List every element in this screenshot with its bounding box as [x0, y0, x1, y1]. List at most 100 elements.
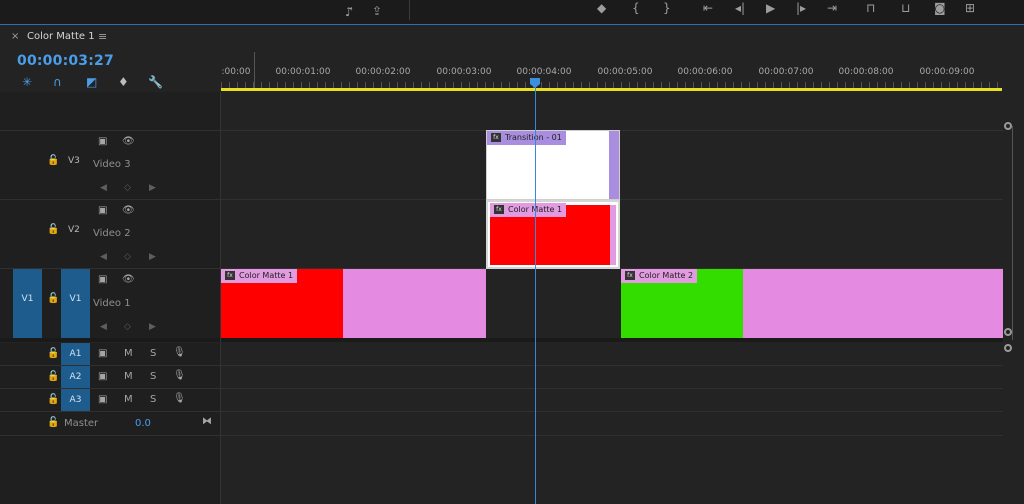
mic-icon[interactable]: 🎙: [173, 347, 186, 358]
clip-end-handle[interactable]: [609, 131, 619, 199]
lock-icon[interactable]: 🔓: [47, 155, 59, 166]
export-frame-icon[interactable]: ⇪: [372, 5, 382, 17]
track-header-v2: 🔓 V2 ▣ 👁 Video 2 ◀ ◇ ▶: [0, 200, 221, 268]
go-to-out-icon[interactable]: ⇥: [827, 2, 837, 14]
eye-icon[interactable]: 👁: [122, 274, 135, 285]
tick-label: 00:00:09:00: [919, 67, 975, 77]
lock-icon[interactable]: 🔓: [47, 224, 59, 235]
mic-icon[interactable]: 🎙: [173, 393, 186, 404]
playhead-timecode[interactable]: 00:00:03:27: [17, 53, 114, 69]
track-header-a3: 🔓 A3 ▣ M S 🎙: [0, 389, 221, 411]
film-icon[interactable]: ▣: [98, 394, 107, 405]
add-keyframe-icon[interactable]: ◇: [124, 322, 131, 332]
mute-button[interactable]: M: [124, 348, 133, 359]
track-name-v1: Video 1: [93, 298, 131, 309]
snap-icon[interactable]: ∩: [53, 75, 62, 89]
lane-a2[interactable]: [221, 366, 1024, 388]
marker-icon[interactable]: ◆: [597, 2, 606, 14]
lock-icon[interactable]: 🔓: [47, 371, 59, 382]
top-panel-strip: ♪⃗ ⇪ ◆ { } ⇤ ◂| ▶ |▸ ⇥ ⊓ ⊔ ◙ ⊞: [0, 0, 1024, 24]
mic-icon[interactable]: 🎙: [173, 370, 186, 381]
fx-icon: fx: [491, 133, 501, 142]
work-area-bar[interactable]: [221, 88, 1002, 91]
mute-button[interactable]: M: [124, 394, 133, 405]
close-icon[interactable]: ×: [11, 31, 19, 42]
film-icon[interactable]: ▣: [98, 274, 107, 285]
lift-icon[interactable]: ⊓: [866, 2, 875, 14]
tick-label: 00:00:03:00: [436, 67, 492, 77]
next-keyframe-icon[interactable]: ▶: [149, 183, 156, 193]
track-target-a2[interactable]: A2: [61, 366, 90, 388]
playhead-line[interactable]: [535, 78, 536, 504]
add-keyframe-icon[interactable]: ◇: [124, 252, 131, 262]
clip-transition-01[interactable]: fx Transition - 01: [486, 130, 620, 200]
source-patch-v1[interactable]: V1: [13, 269, 42, 338]
solo-button[interactable]: S: [150, 348, 156, 359]
film-icon[interactable]: ▣: [98, 371, 107, 382]
eye-icon[interactable]: 👁: [122, 136, 135, 147]
lock-icon[interactable]: 🔓: [47, 417, 59, 428]
panel-menu-icon[interactable]: ≡: [98, 30, 107, 43]
prev-keyframe-icon[interactable]: ◀: [100, 252, 107, 262]
scroll-knob-top[interactable]: [1004, 122, 1012, 130]
next-keyframe-icon[interactable]: ▶: [149, 322, 156, 332]
time-ruler[interactable]: :00:00 00:00:01:00 00:00:02:00 00:00:03:…: [221, 52, 1024, 92]
clip-color-matte-2-v1[interactable]: fx Color Matte 2: [621, 269, 1003, 338]
mark-in-icon[interactable]: {: [632, 2, 640, 14]
prev-keyframe-icon[interactable]: ◀: [100, 322, 107, 332]
eye-icon[interactable]: 👁: [122, 205, 135, 216]
camera-icon[interactable]: ◙: [934, 2, 946, 14]
track-target-v1[interactable]: V1: [61, 269, 90, 338]
step-forward-icon[interactable]: |▸: [796, 2, 806, 14]
wrench-icon[interactable]: 🔧: [148, 75, 163, 89]
clip-title: Color Matte 2: [639, 271, 694, 280]
video-audio-divider[interactable]: [0, 338, 1024, 342]
next-keyframe-icon[interactable]: ▶: [149, 252, 156, 262]
track-target-a3[interactable]: A3: [61, 389, 90, 411]
lock-icon[interactable]: 🔓: [47, 394, 59, 405]
panel-divider: [409, 0, 410, 20]
nest-icon[interactable]: ✳: [22, 75, 32, 89]
clip-title: Color Matte 1: [239, 271, 294, 280]
add-marker-icon[interactable]: ♦: [118, 75, 129, 89]
track-label-v3: V3: [68, 156, 80, 166]
film-icon[interactable]: ▣: [98, 348, 107, 359]
lane-a3[interactable]: [221, 389, 1024, 411]
lane-v2[interactable]: [221, 200, 1024, 268]
solo-button[interactable]: S: [150, 394, 156, 405]
scroll-knob-bottom[interactable]: [1004, 344, 1012, 352]
play-icon[interactable]: ▶: [766, 2, 775, 14]
film-icon[interactable]: ▣: [98, 205, 107, 216]
extract-icon[interactable]: ⊔: [901, 2, 910, 14]
tick-label: :00:00: [221, 67, 251, 77]
clip-color-matte-v2[interactable]: fx Color Matte 1: [486, 200, 620, 269]
master-track-name: Master: [64, 418, 99, 429]
timeline-panel-header: × Color Matte 1 ≡: [0, 24, 1024, 48]
mark-out-icon[interactable]: }: [663, 2, 671, 14]
master-volume-value[interactable]: 0.0: [135, 418, 151, 429]
insert-icon[interactable]: ♪⃗: [345, 6, 353, 18]
sequence-tab-title[interactable]: Color Matte 1: [27, 31, 95, 42]
solo-button[interactable]: S: [150, 371, 156, 382]
film-icon[interactable]: ▣: [98, 136, 107, 147]
lock-icon[interactable]: 🔓: [47, 293, 59, 304]
go-to-in-out-icon[interactable]: ⧓: [202, 416, 212, 427]
tick-label: 00:00:08:00: [838, 67, 894, 77]
vertical-zoom-scroll[interactable]: [1003, 92, 1024, 504]
track-target-a1[interactable]: A1: [61, 343, 90, 365]
clip-end-handle[interactable]: [610, 205, 616, 265]
step-back-icon[interactable]: ◂|: [735, 2, 745, 14]
go-to-in-icon[interactable]: ⇤: [703, 2, 713, 14]
mute-button[interactable]: M: [124, 371, 133, 382]
linked-selection-icon[interactable]: ◩: [86, 75, 97, 89]
scroll-knob-mid[interactable]: [1004, 328, 1012, 336]
lock-icon[interactable]: 🔓: [47, 348, 59, 359]
clip-color-matte-1-v1[interactable]: fx Color Matte 1: [221, 269, 486, 338]
button-editor-icon[interactable]: ⊞: [965, 2, 975, 14]
prev-keyframe-icon[interactable]: ◀: [100, 183, 107, 193]
lane-a1[interactable]: [221, 343, 1024, 365]
lane-master[interactable]: [221, 412, 1024, 435]
clip-title: Transition - 01: [505, 133, 562, 142]
lane-v3[interactable]: [221, 131, 1024, 199]
add-keyframe-icon[interactable]: ◇: [124, 183, 131, 193]
